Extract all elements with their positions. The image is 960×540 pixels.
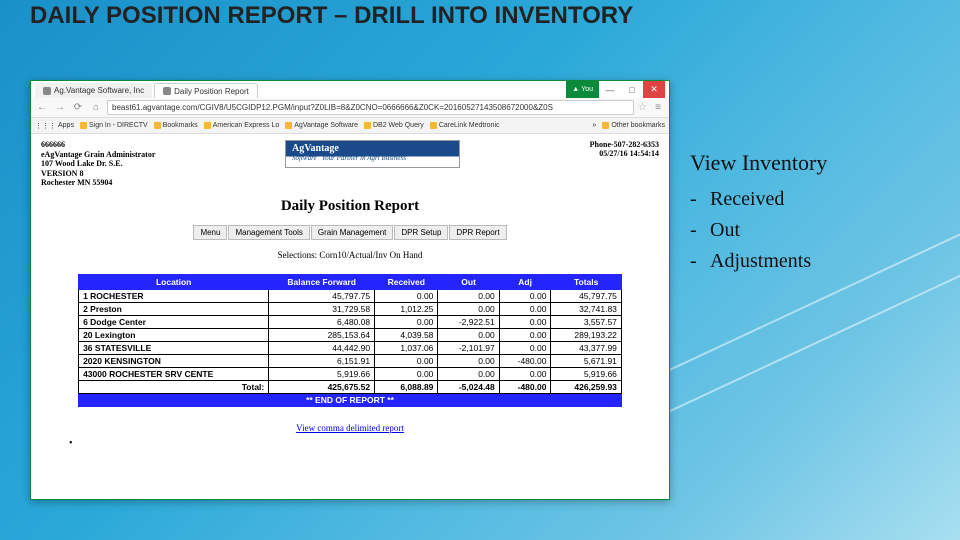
forward-button[interactable]: → [53, 101, 67, 115]
minimize-button[interactable]: — [599, 81, 621, 98]
favicon-icon [163, 87, 171, 95]
bookmark[interactable]: American Express Lo [204, 122, 280, 129]
titlebar: Ag.Vantage Software, Inc Daily Position … [31, 81, 669, 98]
other-bookmarks[interactable]: Other bookmarks [602, 122, 665, 129]
page-icon [80, 122, 87, 129]
browser-tab[interactable]: Ag.Vantage Software, Inc [35, 83, 152, 98]
total-row: Total:425,675.526,088.89-5,024.48-480.00… [79, 380, 622, 393]
bookmarks-bar: ⋮⋮⋮ Apps Sign In - DIRECTV Bookmarks Ame… [31, 118, 669, 134]
bookmark[interactable]: CareLink Medtronic [430, 122, 500, 129]
dpr-table: LocationBalance ForwardReceivedOutAdjTot… [78, 274, 622, 407]
table-row[interactable]: 43000 ROCHESTER SRV CENTE5,919.660.000.0… [79, 367, 622, 380]
maximize-button[interactable]: □ [621, 81, 643, 98]
col-header: Location [79, 274, 269, 289]
bookmark-star-icon[interactable]: ☆ [638, 102, 647, 113]
col-header: Adj [499, 274, 551, 289]
csv-link[interactable]: View comma delimited report [41, 423, 659, 433]
agvantage-logo: AgVantage Software Your Partner in Agri … [285, 140, 460, 168]
tab-label: Daily Position Report [174, 87, 249, 96]
bookmark[interactable]: DB2 Web Query [364, 122, 424, 129]
folder-icon [154, 122, 161, 129]
menu-button-dpr-setup[interactable]: DPR Setup [394, 225, 448, 240]
address-bar: ← → ⟳ ⌂ beast61.agvantage.com/CGIV8/U5CG… [31, 98, 669, 118]
page-icon [285, 122, 292, 129]
table-row[interactable]: 2 Preston31,729.581,012.250.000.0032,741… [79, 302, 622, 315]
end-of-report-row: ** END OF REPORT ** [79, 393, 622, 406]
back-button[interactable]: ← [35, 101, 49, 115]
menu-button-grain-mgmt[interactable]: Grain Management [311, 225, 393, 240]
report-menu-bar: Menu Management Tools Grain Management D… [41, 225, 659, 240]
side-item: Received [690, 184, 827, 215]
folder-icon [602, 122, 609, 129]
bookmark[interactable]: Bookmarks [154, 122, 198, 129]
menu-button-menu[interactable]: Menu [193, 225, 227, 240]
url-field[interactable]: beast61.agvantage.com/CGIV8/U5CGIDP12.PG… [107, 100, 634, 115]
overflow-chevron-icon[interactable]: » [592, 122, 596, 129]
table-row[interactable]: 36 STATESVILLE44,442.901,037.06-2,101.97… [79, 341, 622, 354]
page-icon [430, 122, 437, 129]
bullet-dot: • [69, 438, 73, 449]
bookmark[interactable]: Sign In - DIRECTV [80, 122, 148, 129]
menu-button-mgmt-tools[interactable]: Management Tools [228, 225, 309, 240]
col-header: Totals [551, 274, 621, 289]
col-header: Out [438, 274, 499, 289]
side-notes: View Inventory Received Out Adjustments [690, 150, 827, 277]
col-header: Balance Forward [269, 274, 375, 289]
browser-window: Ag.Vantage Software, Inc Daily Position … [30, 80, 670, 500]
slide-title: DAILY POSITION REPORT – DRILL INTO INVEN… [30, 2, 633, 30]
side-item: Out [690, 215, 827, 246]
browser-tab-active[interactable]: Daily Position Report [154, 83, 258, 98]
report-title: Daily Position Report [41, 198, 659, 215]
reload-button[interactable]: ⟳ [71, 101, 85, 115]
table-row[interactable]: 2020 KENSINGTON6,151.910.000.00-480.005,… [79, 354, 622, 367]
tab-label: Ag.Vantage Software, Inc [54, 86, 144, 95]
apps-button[interactable]: ⋮⋮⋮ Apps [35, 122, 74, 130]
phone-timestamp: Phone-507-282-6353 05/27/16 14:54:14 [590, 140, 659, 158]
table-row[interactable]: 1 ROCHESTER45,797.750.000.000.0045,797.7… [79, 289, 622, 302]
page-content: 666666 eAgVantage Grain Administrator 10… [31, 134, 669, 439]
col-header: Received [375, 274, 438, 289]
home-button[interactable]: ⌂ [89, 101, 103, 115]
favicon-icon [43, 87, 51, 95]
close-button[interactable]: ✕ [643, 81, 665, 98]
menu-button-dpr-report[interactable]: DPR Report [449, 225, 506, 240]
side-item: Adjustments [690, 246, 827, 277]
table-row[interactable]: 6 Dodge Center6,480.080.00-2,922.510.003… [79, 315, 622, 328]
page-icon [204, 122, 211, 129]
side-heading: View Inventory [690, 150, 827, 176]
you-badge[interactable]: ▲ You [566, 81, 599, 98]
table-row[interactable]: 20 Lexington285,153.644,039.580.000.0028… [79, 328, 622, 341]
selections-text: Selections: Corn10/Actual/Inv On Hand [41, 250, 659, 260]
page-icon [364, 122, 371, 129]
bookmark[interactable]: AgVantage Software [285, 122, 358, 129]
company-block: 666666 eAgVantage Grain Administrator 10… [41, 140, 155, 188]
menu-button[interactable]: ≡ [651, 101, 665, 115]
